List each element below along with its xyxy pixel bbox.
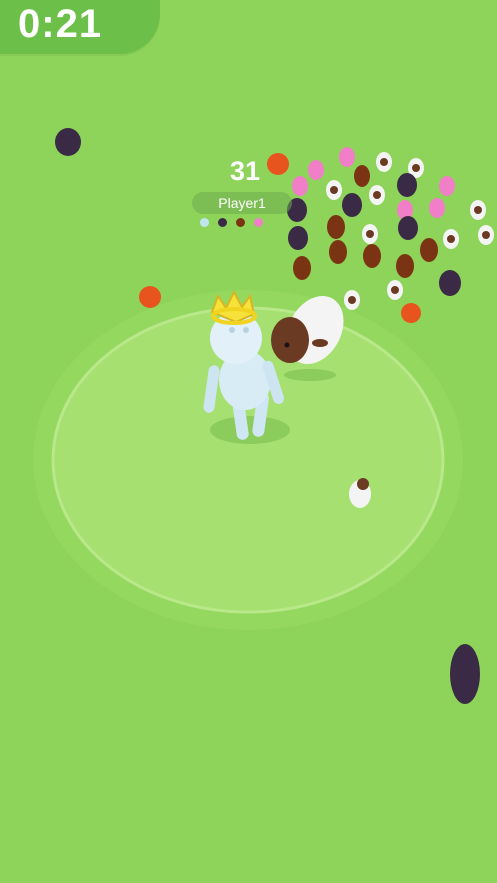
herd-dot — [254, 218, 263, 227]
player-score: 31 — [230, 156, 261, 186]
herd-dot — [200, 218, 209, 227]
herd-dot — [218, 218, 227, 227]
timer-text: 0:21 — [18, 2, 103, 46]
game-field[interactable] — [0, 0, 497, 883]
player-name-label: Player1 — [192, 192, 292, 214]
timer-panel: 0:21 — [0, 0, 160, 54]
herd-dot — [236, 218, 245, 227]
herd-color-dots — [200, 218, 263, 227]
